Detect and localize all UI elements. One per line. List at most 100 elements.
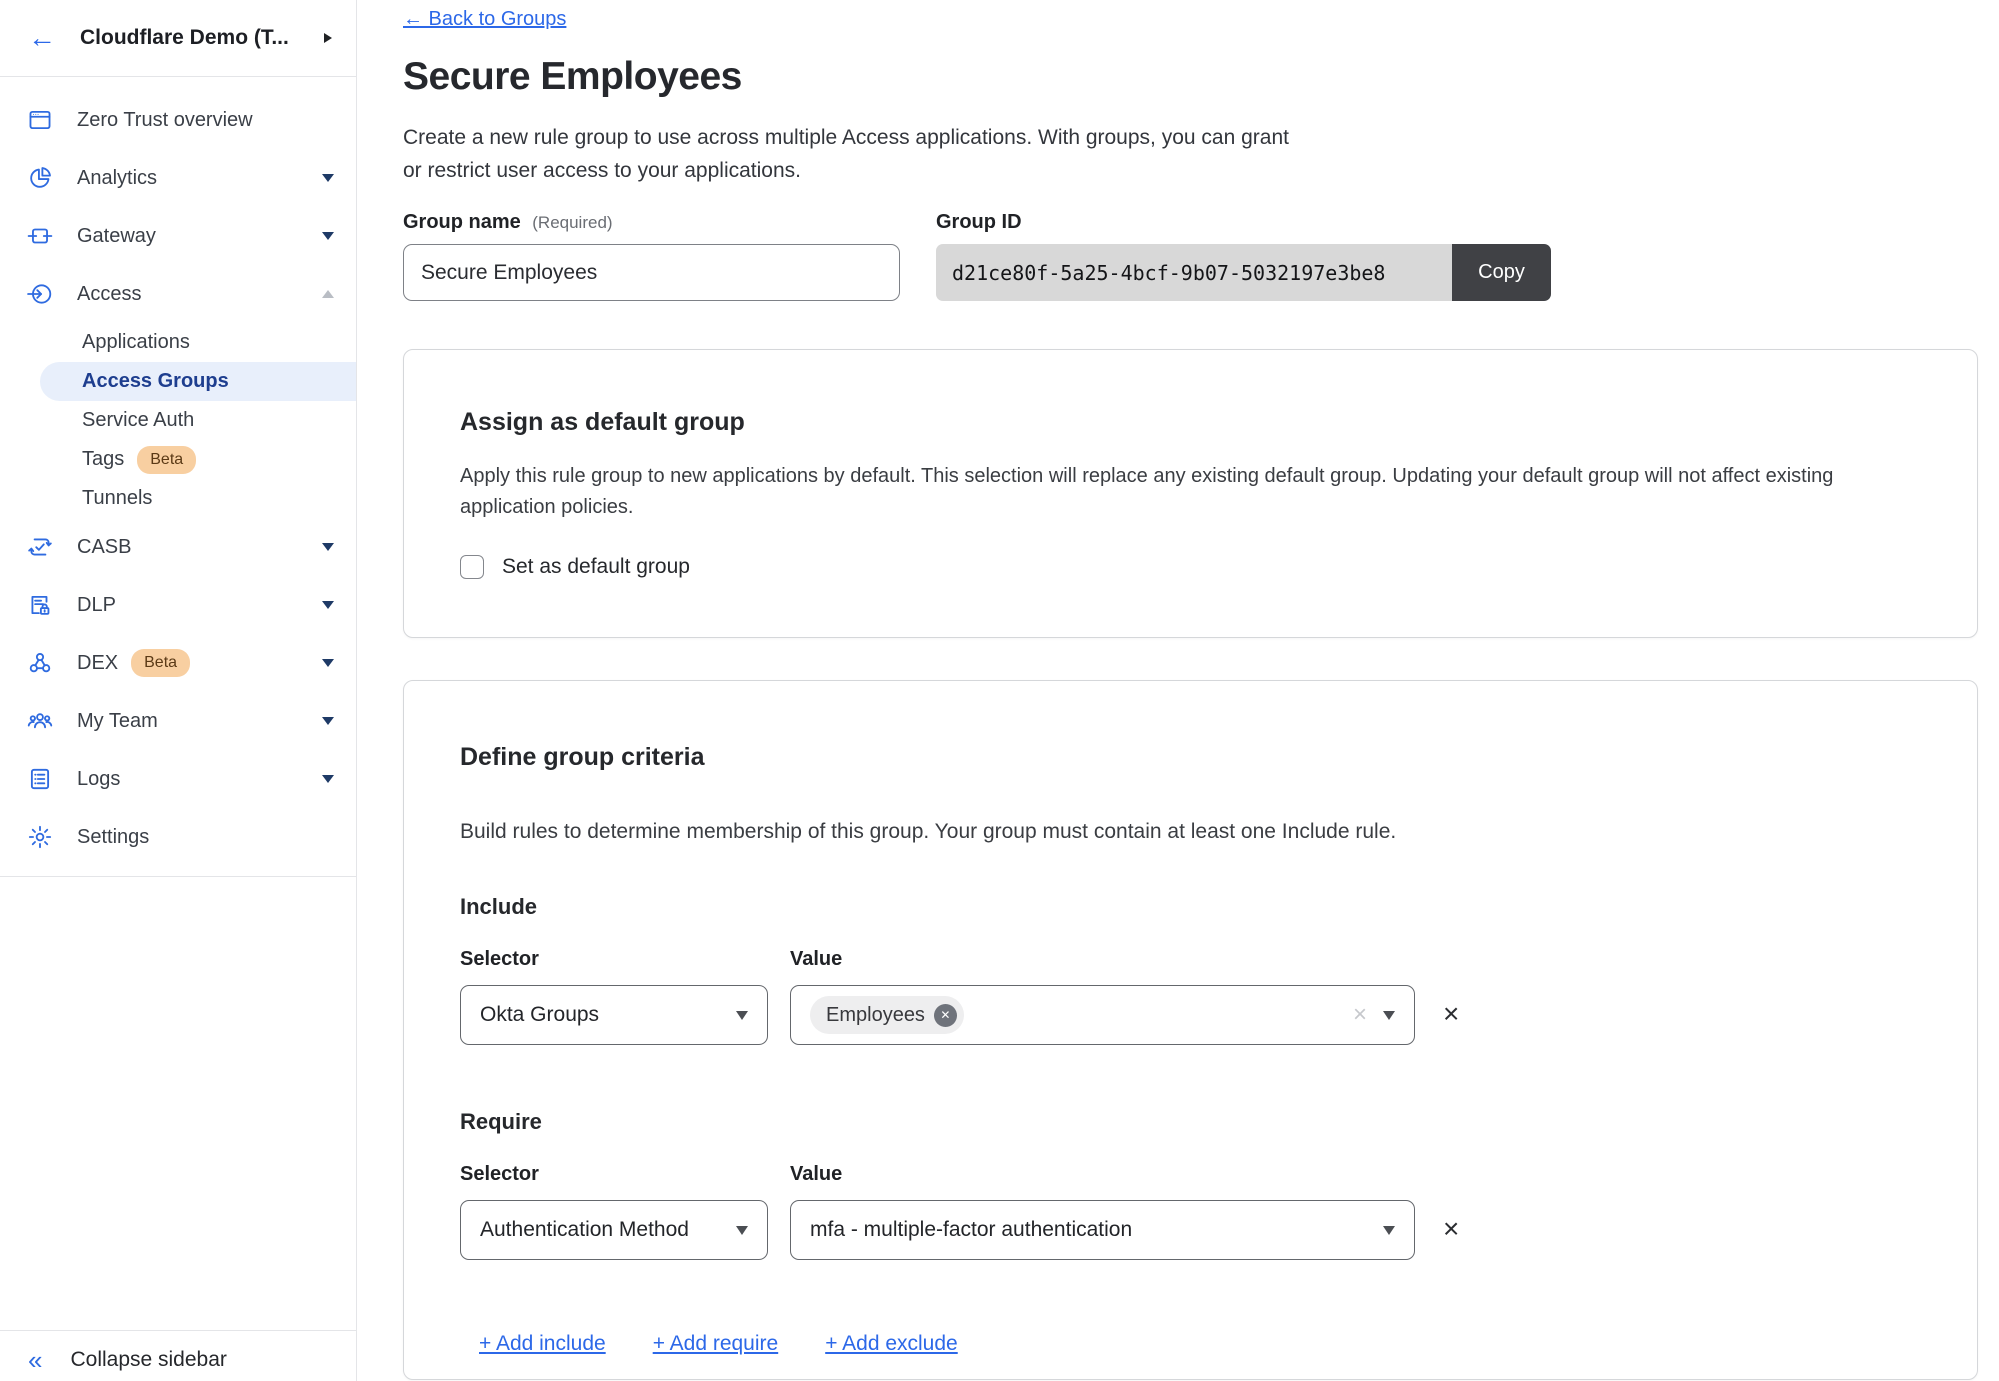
- require-selector-label: Selector: [460, 1163, 768, 1186]
- collapse-chevrons-icon: «: [28, 1347, 42, 1373]
- include-value-label: Value: [790, 948, 1415, 971]
- chevron-up-icon[interactable]: [322, 290, 334, 298]
- sidebar-item-label: My Team: [77, 710, 322, 733]
- require-value-dropdown[interactable]: mfa - multiple-factor authentication: [790, 1200, 1415, 1260]
- include-heading: Include: [460, 894, 1921, 920]
- criteria-card-title: Define group criteria: [460, 743, 1921, 772]
- sidebar-item-label: Settings: [77, 826, 334, 849]
- clear-value-icon[interactable]: ×: [1353, 1003, 1367, 1027]
- page-title: Secure Employees: [403, 55, 1978, 99]
- sidebar-item-applications[interactable]: Applications: [0, 323, 356, 362]
- chevron-down-icon[interactable]: [322, 601, 334, 609]
- include-selector-dropdown[interactable]: Okta Groups: [460, 985, 768, 1045]
- account-title: Cloudflare Demo (T...: [80, 26, 324, 50]
- settings-icon: [27, 824, 53, 850]
- sidebar-divider: [0, 876, 356, 877]
- overview-icon: [27, 107, 53, 133]
- sidebar-item-dex[interactable]: DEX Beta: [0, 634, 356, 692]
- copy-button[interactable]: Copy: [1452, 244, 1551, 301]
- require-value-label: Value: [790, 1163, 1415, 1186]
- zero-trust-dashboard: ← Cloudflare Demo (T... Zero Trust overv…: [0, 0, 1999, 1381]
- criteria-card: Define group criteria Build rules to det…: [403, 680, 1978, 1380]
- sidebar-item-service-auth[interactable]: Service Auth: [0, 401, 356, 440]
- include-selector-label: Selector: [460, 948, 768, 971]
- sidebar-item-my-team[interactable]: My Team: [0, 692, 356, 750]
- main-content: ← Back to Groups Secure Employees Create…: [357, 0, 1999, 1381]
- required-hint: (Required): [532, 213, 612, 232]
- gateway-icon: [27, 223, 53, 249]
- chevron-down-icon: [1383, 1011, 1395, 1020]
- account-expand-icon[interactable]: [324, 33, 332, 43]
- sidebar-item-settings[interactable]: Settings: [0, 808, 356, 866]
- set-default-group-row: Set as default group: [460, 555, 1921, 579]
- sidebar-item-access[interactable]: Access: [0, 265, 356, 323]
- chevron-down-icon: [736, 1011, 748, 1020]
- back-to-groups-link[interactable]: ← Back to Groups: [403, 8, 566, 31]
- sidebar-item-tunnels[interactable]: Tunnels: [0, 479, 356, 518]
- include-value-multiselect[interactable]: Employees ✕ ×: [790, 985, 1415, 1045]
- logs-icon: [27, 766, 53, 792]
- analytics-icon: [27, 165, 53, 191]
- beta-badge: Beta: [137, 446, 196, 474]
- casb-icon: [27, 534, 53, 560]
- access-icon: [27, 281, 53, 307]
- require-selector-dropdown[interactable]: Authentication Method: [460, 1200, 768, 1260]
- chevron-down-icon: [1383, 1226, 1395, 1235]
- collapse-sidebar-button[interactable]: « Collapse sidebar: [0, 1330, 356, 1381]
- value-chip-label: Employees: [826, 1004, 925, 1027]
- add-rule-links: + Add include + Add require + Add exclud…: [460, 1332, 1921, 1356]
- require-selector-value: Authentication Method: [480, 1218, 689, 1242]
- default-group-card-title: Assign as default group: [460, 408, 1921, 437]
- sidebar-item-tags[interactable]: Tags Beta: [0, 440, 356, 479]
- sidebar-item-label: DEX Beta: [77, 649, 322, 677]
- add-require-link[interactable]: + Add require: [653, 1332, 779, 1356]
- chevron-down-icon[interactable]: [322, 543, 334, 551]
- sidebar-item-dlp[interactable]: DLP: [0, 576, 356, 634]
- chevron-down-icon: [736, 1226, 748, 1235]
- sidebar-item-label: Applications: [82, 331, 190, 354]
- criteria-card-description: Build rules to determine membership of t…: [460, 820, 1921, 844]
- dlp-icon: [27, 592, 53, 618]
- sidebar-item-label: Tunnels: [82, 487, 152, 510]
- set-default-group-label: Set as default group: [502, 555, 690, 579]
- sidebar-item-analytics[interactable]: Analytics: [0, 149, 356, 207]
- group-id-label: Group ID: [936, 211, 1551, 234]
- my-team-icon: [27, 708, 53, 734]
- add-include-link[interactable]: + Add include: [479, 1332, 606, 1356]
- beta-badge: Beta: [131, 649, 190, 677]
- group-meta-row: Group name (Required) Group ID d21ce80f-…: [403, 211, 1978, 301]
- chevron-down-icon[interactable]: [322, 717, 334, 725]
- remove-include-rule-icon[interactable]: ×: [1443, 1000, 1459, 1028]
- dex-icon: [27, 650, 53, 676]
- include-rule-row: Selector Okta Groups Value Employees ✕: [460, 948, 1921, 1045]
- chevron-down-icon[interactable]: [322, 659, 334, 667]
- back-arrow-icon[interactable]: ←: [28, 24, 56, 52]
- group-name-input[interactable]: [403, 244, 900, 301]
- chevron-down-icon[interactable]: [322, 775, 334, 783]
- chevron-down-icon[interactable]: [322, 174, 334, 182]
- group-name-field-group: Group name (Required): [403, 211, 900, 301]
- collapse-sidebar-label: Collapse sidebar: [70, 1348, 226, 1372]
- sidebar-item-label: Access Groups: [82, 370, 229, 393]
- sidebar-item-label: Access: [77, 283, 322, 306]
- chevron-down-icon[interactable]: [322, 232, 334, 240]
- remove-require-rule-icon[interactable]: ×: [1443, 1215, 1459, 1243]
- sidebar-item-access-groups[interactable]: Access Groups: [40, 362, 356, 401]
- include-selector-value: Okta Groups: [480, 1003, 599, 1027]
- require-rule-row: Selector Authentication Method Value mfa…: [460, 1163, 1921, 1260]
- sidebar-item-zero-trust-overview[interactable]: Zero Trust overview: [0, 91, 356, 149]
- page-description: Create a new rule group to use across mu…: [403, 121, 1978, 187]
- sidebar-nav: Zero Trust overview Analytics Gateway: [0, 91, 356, 877]
- sidebar-item-gateway[interactable]: Gateway: [0, 207, 356, 265]
- set-default-group-checkbox[interactable]: [460, 555, 484, 579]
- sidebar-item-logs[interactable]: Logs: [0, 750, 356, 808]
- sidebar-item-casb[interactable]: CASB: [0, 518, 356, 576]
- sidebar-item-label: Logs: [77, 768, 322, 791]
- require-value-text: mfa - multiple-factor authentication: [810, 1218, 1132, 1242]
- value-chip: Employees ✕: [810, 996, 964, 1034]
- group-name-label: Group name: [403, 211, 521, 233]
- add-exclude-link[interactable]: + Add exclude: [825, 1332, 958, 1356]
- sidebar-item-label: Zero Trust overview: [77, 109, 334, 132]
- chip-remove-icon[interactable]: ✕: [934, 1004, 957, 1027]
- group-id-value: d21ce80f-5a25-4bcf-9b07-5032197e3be8: [936, 244, 1452, 301]
